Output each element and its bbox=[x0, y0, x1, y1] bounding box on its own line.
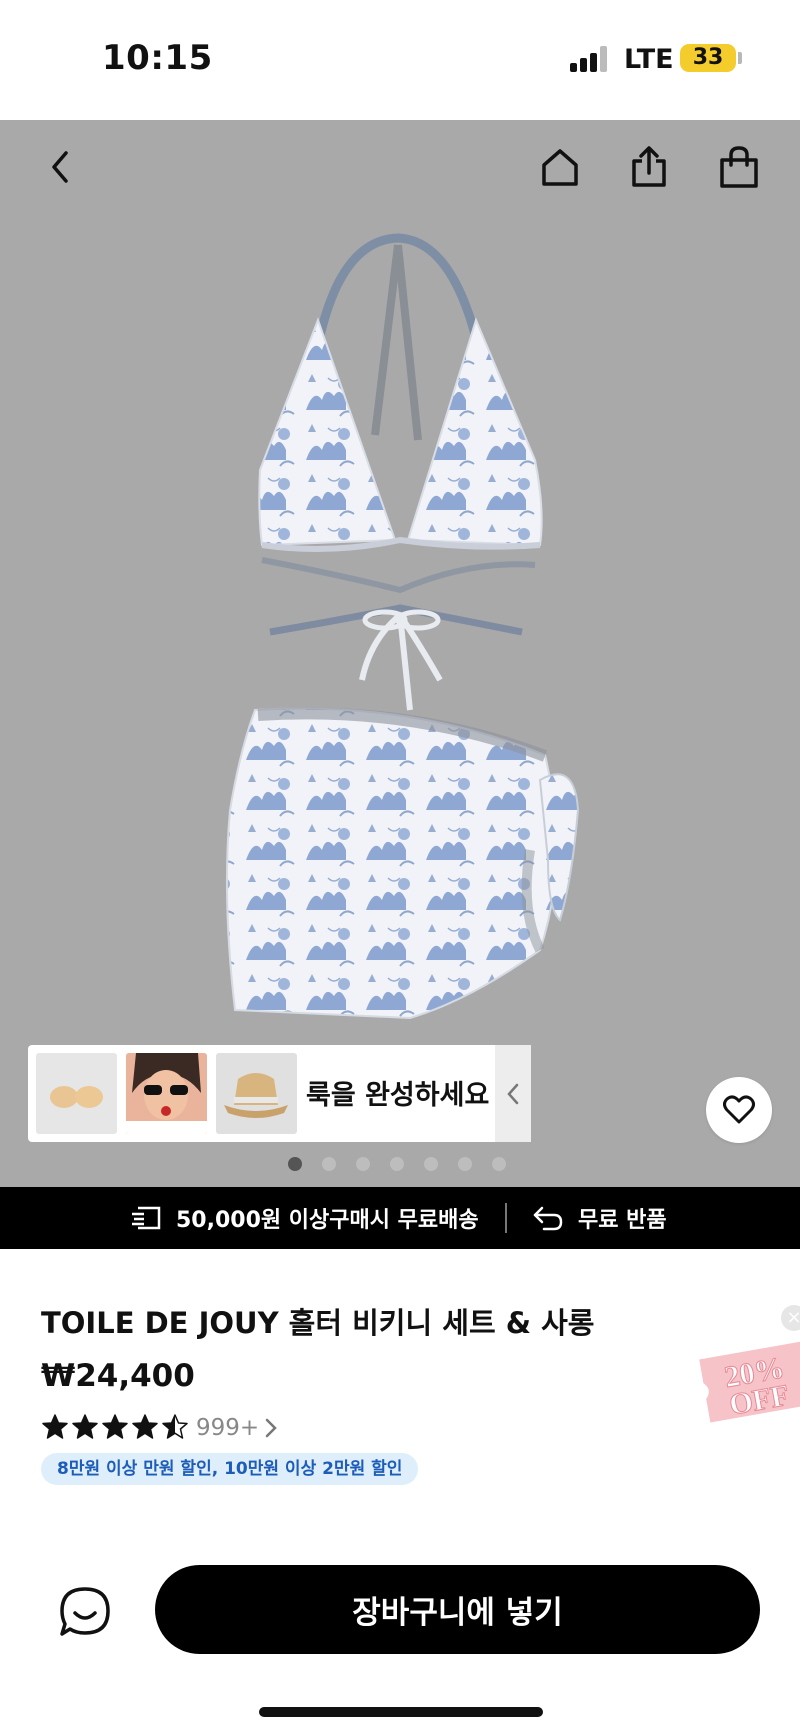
back-button[interactable] bbox=[36, 142, 86, 192]
home-indicator bbox=[259, 1707, 543, 1717]
carousel-dot[interactable] bbox=[322, 1157, 336, 1171]
signal-icon bbox=[570, 46, 610, 72]
product-title: TOILE DE JOUY 홀터 비키니 세트 & 사롱 bbox=[41, 1306, 595, 1340]
coupon-badge[interactable]: 20% OFF bbox=[696, 1332, 800, 1432]
shopping-bag-icon bbox=[720, 146, 758, 188]
status-time: 10:15 bbox=[102, 38, 213, 78]
free-returns-text: 무료 반품 bbox=[578, 1208, 667, 1233]
home-icon bbox=[542, 149, 578, 186]
chevron-left-small-icon bbox=[507, 1083, 519, 1104]
complete-look-label: 룩을 완성하세요 bbox=[306, 1080, 490, 1111]
return-arrow-icon bbox=[533, 1206, 563, 1231]
bag-button[interactable] bbox=[714, 142, 764, 192]
heart-icon bbox=[723, 1095, 755, 1124]
bucket-hat-image bbox=[224, 1073, 288, 1118]
star-icon bbox=[72, 1414, 98, 1439]
star-icon bbox=[42, 1414, 68, 1439]
battery-nub bbox=[738, 52, 742, 64]
bra-pads-image bbox=[50, 1086, 103, 1108]
status-bar: 10:15 LTE 33 bbox=[0, 0, 800, 120]
free-returns: 무료 반품 bbox=[532, 1187, 667, 1249]
thumb-bra-pads[interactable] bbox=[36, 1053, 117, 1134]
share-button[interactable] bbox=[624, 142, 674, 192]
product-price: ₩24,400 bbox=[41, 1358, 195, 1394]
network-label: LTE bbox=[624, 44, 674, 75]
rating-stars[interactable] bbox=[41, 1413, 191, 1441]
complete-the-look[interactable]: 룩을 완성하세요 bbox=[28, 1045, 531, 1142]
add-to-cart-button[interactable]: 장바구니에 넣기 bbox=[155, 1565, 760, 1654]
carousel-dot[interactable] bbox=[390, 1157, 404, 1171]
promo-banner: 50,000원 이상구매시 무료배송 무료 반품 bbox=[0, 1187, 800, 1249]
product-image[interactable]: 룩을 완성하세요 bbox=[0, 120, 800, 1187]
review-count[interactable]: 999+ bbox=[196, 1415, 259, 1441]
chat-icon[interactable] bbox=[58, 1585, 112, 1639]
star-icon bbox=[132, 1414, 158, 1439]
discount-badge: 8만원 이상 만원 할인, 10만원 이상 2만원 할인 bbox=[41, 1453, 419, 1485]
thumb-model[interactable] bbox=[126, 1053, 207, 1134]
model-image bbox=[126, 1053, 207, 1134]
wishlist-button[interactable] bbox=[706, 1077, 772, 1143]
delivery-icon bbox=[132, 1206, 161, 1230]
share-icon bbox=[632, 146, 666, 187]
star-icon bbox=[102, 1414, 128, 1439]
chevron-left-icon bbox=[52, 151, 68, 183]
promo-divider bbox=[505, 1203, 507, 1233]
carousel-dot[interactable] bbox=[492, 1157, 506, 1171]
carousel-dot[interactable] bbox=[356, 1157, 370, 1171]
carousel-dot[interactable] bbox=[424, 1157, 438, 1171]
bikini-set-illustration bbox=[225, 233, 580, 1020]
free-shipping-text: 50,000원 이상구매시 무료배송 bbox=[176, 1208, 479, 1233]
thumb-bucket-hat[interactable] bbox=[216, 1053, 297, 1134]
battery-icon: 33 bbox=[680, 44, 736, 72]
star-icon bbox=[162, 1414, 188, 1439]
home-button[interactable] bbox=[535, 142, 585, 192]
free-shipping: 50,000원 이상구매시 무료배송 bbox=[130, 1187, 479, 1249]
carousel-dot[interactable] bbox=[458, 1157, 472, 1171]
chevron-right-icon[interactable] bbox=[264, 1417, 278, 1439]
outfit-collapse-button[interactable] bbox=[495, 1045, 531, 1142]
coupon-close-button[interactable]: × bbox=[781, 1305, 800, 1331]
carousel-dot[interactable] bbox=[288, 1157, 302, 1171]
